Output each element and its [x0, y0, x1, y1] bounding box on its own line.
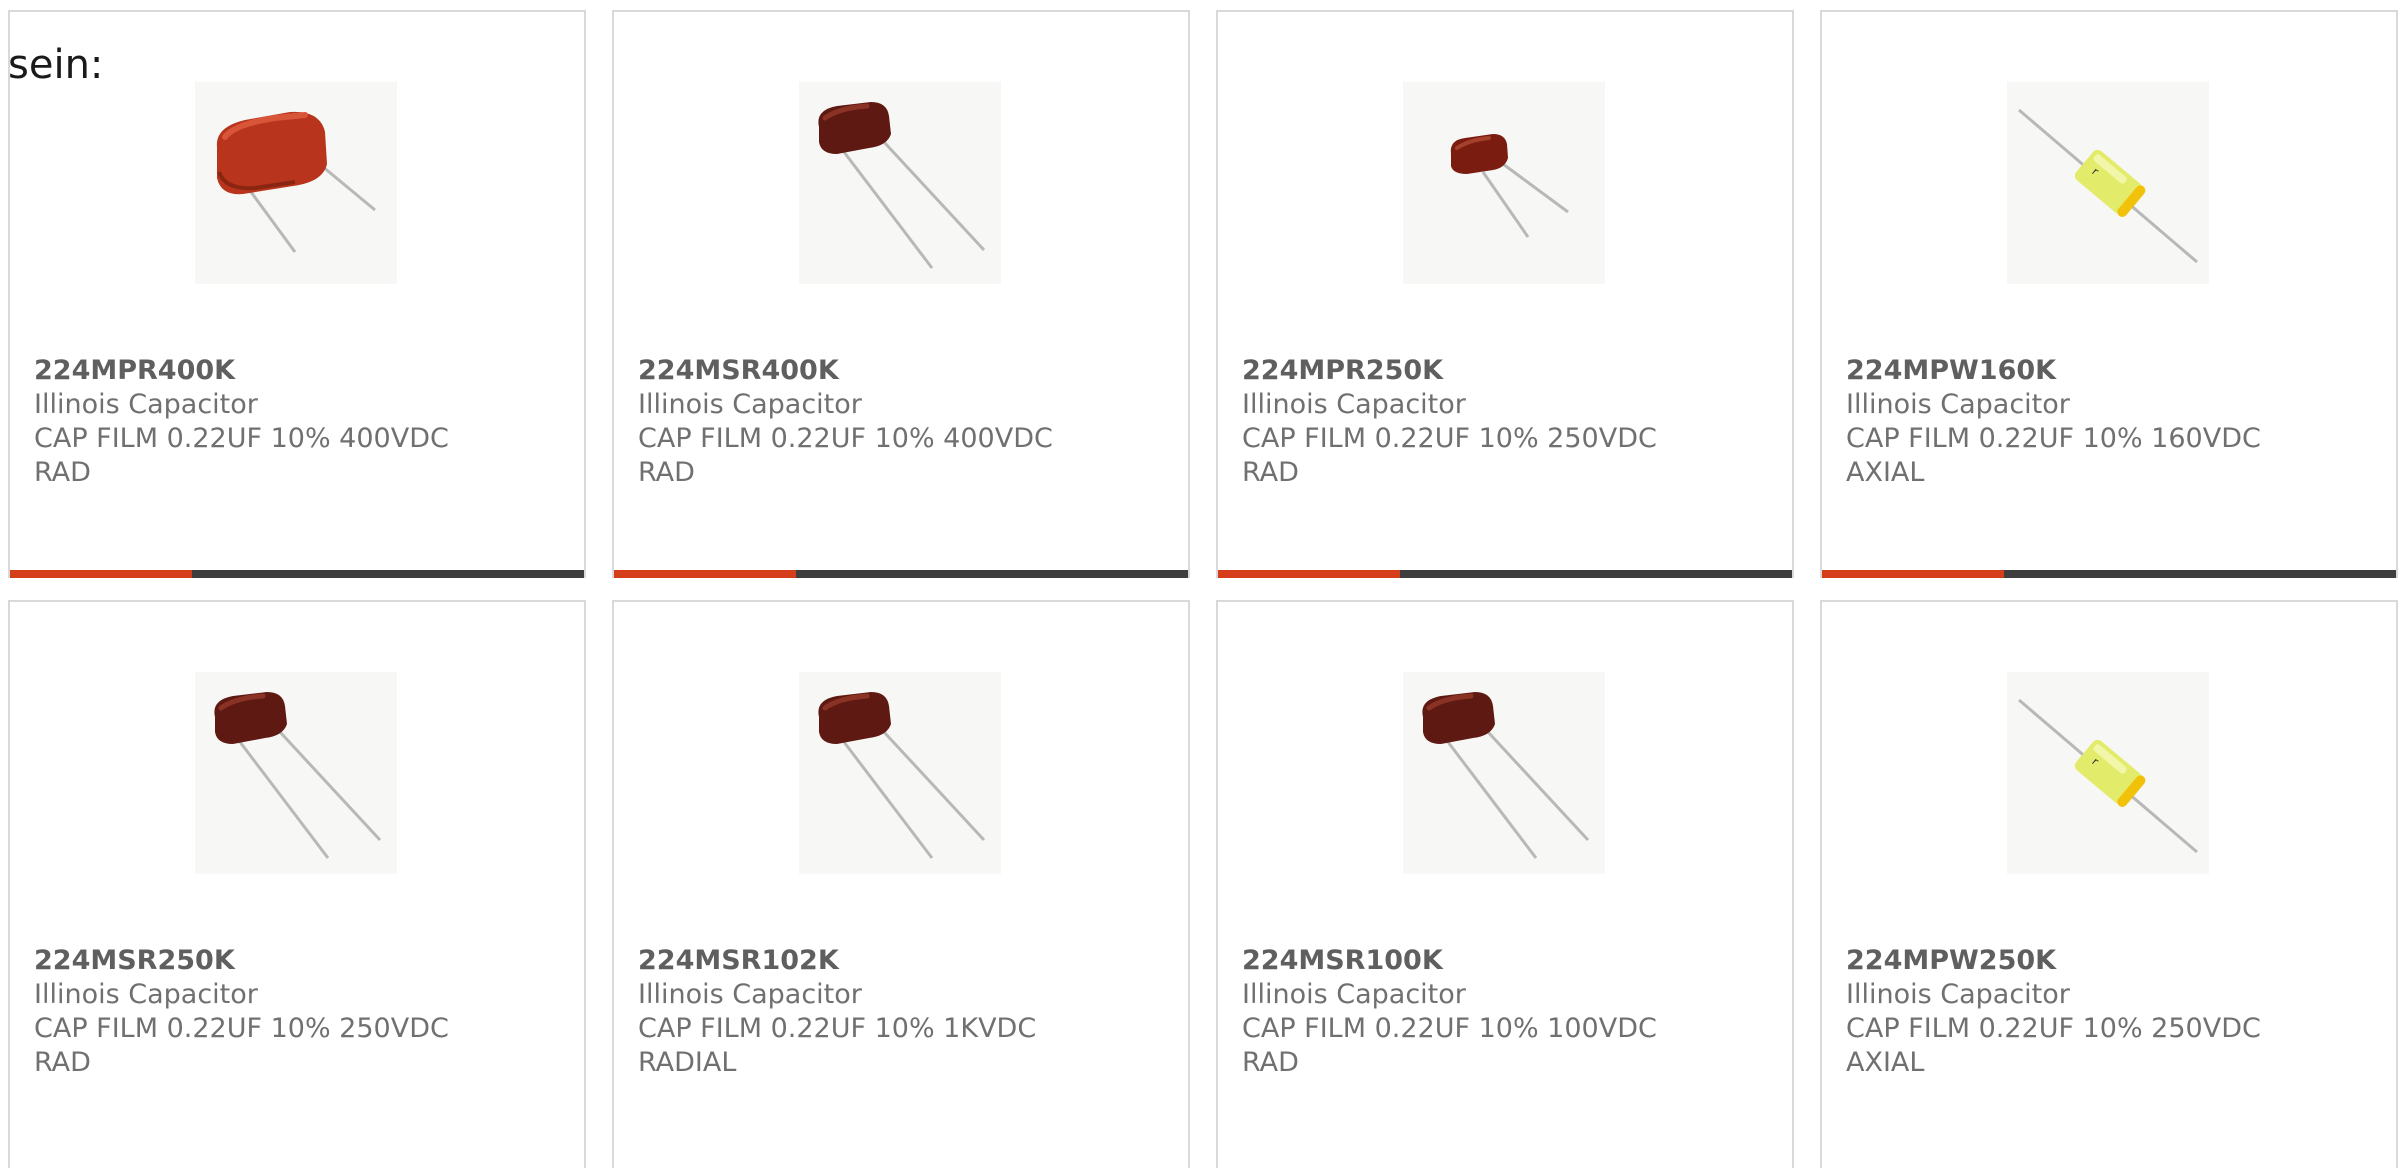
card-bottom-bar [1218, 570, 1792, 578]
axial-film-capacitor-icon: r [2018, 698, 2198, 854]
package: RAD [638, 457, 695, 488]
package: RAD [34, 457, 91, 488]
package: RAD [1242, 457, 1299, 488]
manufacturer: Illinois Capacitor [1846, 979, 2070, 1010]
intro-text: sein: [8, 42, 104, 88]
radial-film-capacitor-wide-icon [216, 111, 376, 253]
product-image[interactable]: r [2007, 672, 2209, 874]
product-info: 224MPR400K Illinois Capacitor CAP FILM 0… [34, 354, 449, 490]
radial-film-capacitor-icon [818, 692, 986, 859]
product-info: 224MSR400K Illinois Capacitor CAP FILM 0… [638, 354, 1053, 490]
part-number[interactable]: 224MPW160K [1846, 354, 2261, 388]
description: CAP FILM 0.22UF 10% 250VDC [1242, 423, 1657, 454]
dark-bar [192, 570, 584, 578]
product-card[interactable]: 224MPR400K Illinois Capacitor CAP FILM 0… [8, 10, 586, 578]
manufacturer: Illinois Capacitor [638, 389, 862, 420]
radial-film-capacitor-icon [1422, 692, 1590, 859]
description: CAP FILM 0.22UF 10% 160VDC [1846, 423, 2261, 454]
product-card[interactable]: 224MSR102K Illinois Capacitor CAP FILM 0… [612, 600, 1190, 1168]
product-image[interactable] [195, 82, 397, 284]
description: CAP FILM 0.22UF 10% 100VDC [1242, 1013, 1657, 1044]
manufacturer: Illinois Capacitor [1242, 979, 1466, 1010]
part-number[interactable]: 224MSR400K [638, 354, 1053, 388]
manufacturer: Illinois Capacitor [1846, 389, 2070, 420]
part-number[interactable]: 224MSR102K [638, 944, 1036, 978]
product-grid: 224MPR400K Illinois Capacitor CAP FILM 0… [8, 10, 2400, 1168]
package: RADIAL [638, 1047, 737, 1078]
product-card[interactable]: 224MPR250K Illinois Capacitor CAP FILM 0… [1216, 10, 1794, 578]
part-number[interactable]: 224MPW250K [1846, 944, 2261, 978]
product-card[interactable]: 224MSR100K Illinois Capacitor CAP FILM 0… [1216, 600, 1794, 1168]
description: CAP FILM 0.22UF 10% 400VDC [34, 423, 449, 454]
accent-bar [10, 570, 192, 578]
product-image[interactable] [1403, 82, 1605, 284]
card-bottom-bar [10, 570, 584, 578]
product-info: 224MPR250K Illinois Capacitor CAP FILM 0… [1242, 354, 1657, 490]
card-bottom-bar [1822, 570, 2396, 578]
package: AXIAL [1846, 1047, 1925, 1078]
product-card[interactable]: 224MSR250K Illinois Capacitor CAP FILM 0… [8, 600, 586, 1168]
description: CAP FILM 0.22UF 10% 250VDC [34, 1013, 449, 1044]
description: CAP FILM 0.22UF 10% 1KVDC [638, 1013, 1037, 1044]
description: CAP FILM 0.22UF 10% 250VDC [1846, 1013, 2261, 1044]
product-info: 224MSR102K Illinois Capacitor CAP FILM 0… [638, 944, 1036, 1080]
product-image[interactable]: r [2007, 82, 2209, 284]
product-card[interactable]: r 224MPW160K Illinois Capacitor CAP FILM… [1820, 10, 2398, 578]
product-image[interactable] [195, 672, 397, 874]
accent-bar [1218, 570, 1400, 578]
card-bottom-bar [614, 570, 1188, 578]
package: RAD [34, 1047, 91, 1078]
product-card[interactable]: 224MSR400K Illinois Capacitor CAP FILM 0… [612, 10, 1190, 578]
package: AXIAL [1846, 457, 1925, 488]
product-info: 224MPW250K Illinois Capacitor CAP FILM 0… [1846, 944, 2261, 1080]
accent-bar [614, 570, 796, 578]
product-info: 224MPW160K Illinois Capacitor CAP FILM 0… [1846, 354, 2261, 490]
part-number[interactable]: 224MSR250K [34, 944, 449, 978]
product-info: 224MSR100K Illinois Capacitor CAP FILM 0… [1242, 944, 1657, 1080]
radial-film-capacitor-icon [214, 692, 382, 859]
radial-film-capacitor-icon [818, 102, 986, 269]
manufacturer: Illinois Capacitor [638, 979, 862, 1010]
radial-film-capacitor-small-icon [1450, 134, 1569, 238]
product-image[interactable] [799, 82, 1001, 284]
manufacturer: Illinois Capacitor [34, 389, 258, 420]
product-card[interactable]: r 224MPW250K Illinois Capacitor CAP FILM… [1820, 600, 2398, 1168]
accent-bar [1822, 570, 2004, 578]
dark-bar [2004, 570, 2396, 578]
dark-bar [796, 570, 1188, 578]
manufacturer: Illinois Capacitor [1242, 389, 1466, 420]
part-number[interactable]: 224MPR250K [1242, 354, 1657, 388]
description: CAP FILM 0.22UF 10% 400VDC [638, 423, 1053, 454]
axial-film-capacitor-icon: r [2018, 108, 2198, 264]
part-number[interactable]: 224MPR400K [34, 354, 449, 388]
product-image[interactable] [799, 672, 1001, 874]
package: RAD [1242, 1047, 1299, 1078]
manufacturer: Illinois Capacitor [34, 979, 258, 1010]
product-image[interactable] [1403, 672, 1605, 874]
part-number[interactable]: 224MSR100K [1242, 944, 1657, 978]
product-info: 224MSR250K Illinois Capacitor CAP FILM 0… [34, 944, 449, 1080]
dark-bar [1400, 570, 1792, 578]
